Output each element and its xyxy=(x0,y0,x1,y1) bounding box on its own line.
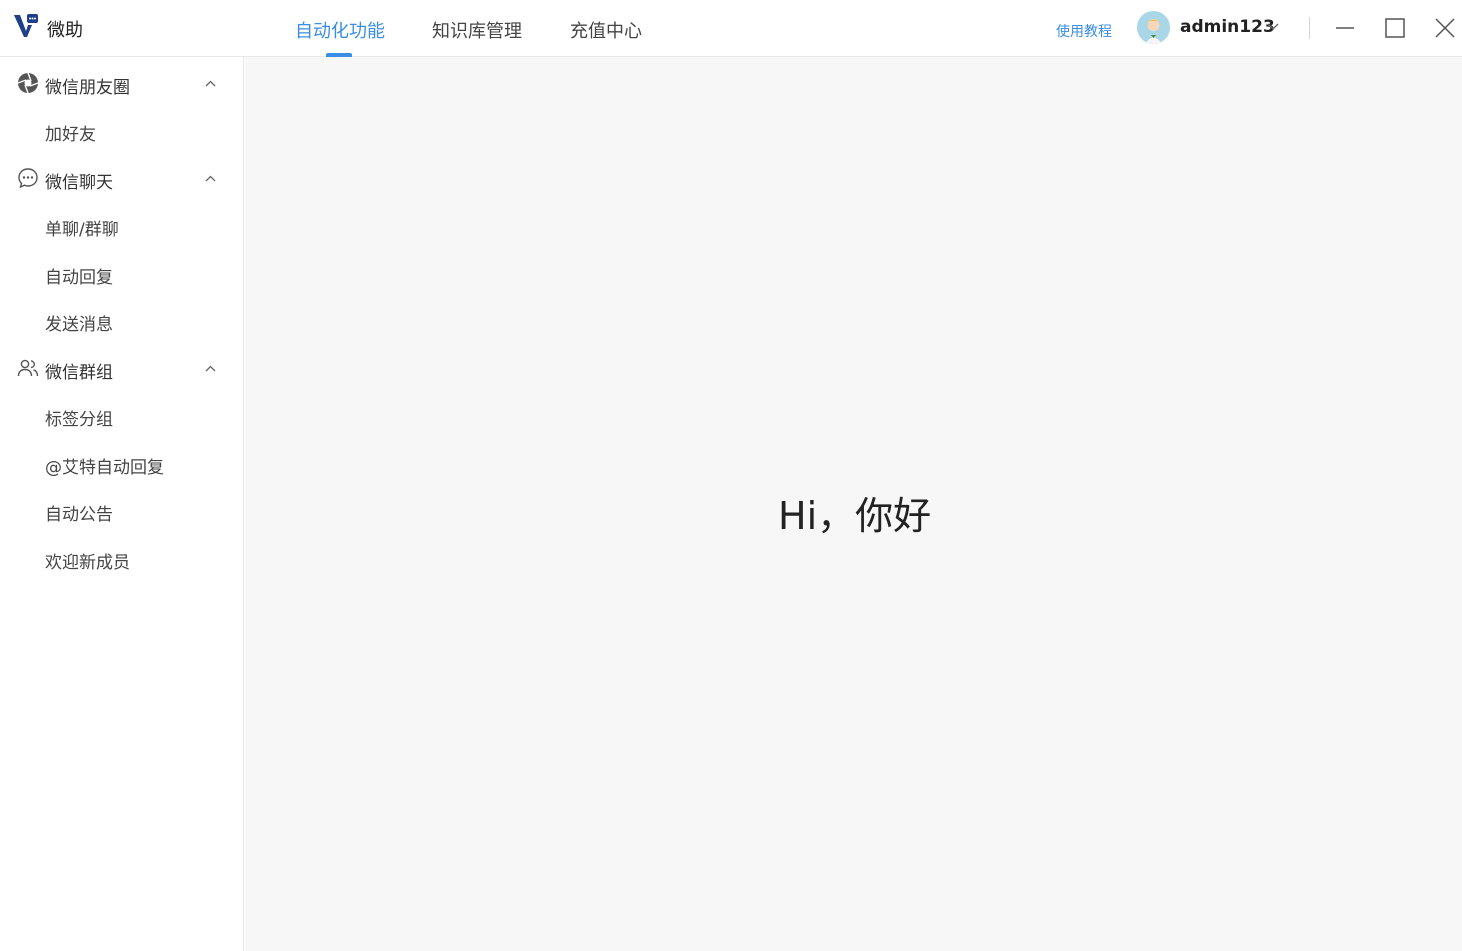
sidebar-item-mention-auto-reply[interactable]: @艾特自动回复 xyxy=(0,442,243,482)
greeting-text: Hi，你好 xyxy=(778,494,932,538)
sidebar-item-welcome-new-members[interactable]: 欢迎新成员 xyxy=(0,537,243,577)
close-icon[interactable] xyxy=(1431,14,1459,42)
chat-icon xyxy=(18,168,38,189)
avatar-icon[interactable] xyxy=(1137,11,1170,44)
sidebar-item-label: 标签分组 xyxy=(45,410,113,430)
app-name: 微助 xyxy=(47,20,83,41)
sidebar-group-groups[interactable]: 微信群组 xyxy=(0,347,243,387)
sidebar-group-chat[interactable]: 微信聊天 xyxy=(0,157,243,197)
sidebar-item-label: 自动回复 xyxy=(45,268,113,288)
chevron-up-icon[interactable] xyxy=(204,172,217,185)
chevron-up-icon[interactable] xyxy=(204,362,217,375)
minimize-icon[interactable] xyxy=(1331,14,1359,42)
sidebar: 微信朋友圈 加好友 微信聊天 单聊/群聊 自动回复 发送消息 微信群组 标签分组… xyxy=(0,57,244,951)
moments-icon xyxy=(17,72,39,94)
sidebar-item-auto-reply[interactable]: 自动回复 xyxy=(0,252,243,292)
tab-automation[interactable]: 自动化功能 xyxy=(295,17,385,43)
sidebar-item-single-group-chat[interactable]: 单聊/群聊 xyxy=(0,204,243,244)
tutorial-link[interactable]: 使用教程 xyxy=(1056,21,1112,41)
sidebar-item-label: 单聊/群聊 xyxy=(45,220,119,240)
chevron-up-icon[interactable] xyxy=(204,77,217,90)
group-icon xyxy=(17,359,39,377)
sidebar-item-label: 发送消息 xyxy=(45,315,113,335)
sidebar-item-label: 加好友 xyxy=(45,125,96,145)
chevron-down-icon[interactable] xyxy=(1266,20,1280,34)
sidebar-group-moments[interactable]: 微信朋友圈 xyxy=(0,62,243,102)
maximize-icon[interactable] xyxy=(1381,14,1409,42)
sidebar-item-auto-announcement[interactable]: 自动公告 xyxy=(0,489,243,529)
main-content: Hi，你好 xyxy=(245,57,1462,951)
header-divider xyxy=(1309,17,1310,39)
sidebar-item-label: 欢迎新成员 xyxy=(45,553,130,573)
sidebar-group-label: 微信群组 xyxy=(45,363,113,383)
top-bar: 微助 自动化功能 知识库管理 充值中心 使用教程 admin123 xyxy=(0,0,1462,57)
tab-knowledge-base[interactable]: 知识库管理 xyxy=(432,17,522,43)
sidebar-group-label: 微信聊天 xyxy=(45,173,113,193)
username[interactable]: admin123 xyxy=(1180,17,1275,37)
sidebar-group-label: 微信朋友圈 xyxy=(45,78,130,98)
sidebar-item-send-message[interactable]: 发送消息 xyxy=(0,299,243,339)
sidebar-item-label: @艾特自动回复 xyxy=(45,458,164,478)
sidebar-item-label: 自动公告 xyxy=(45,505,113,525)
sidebar-item-tag-grouping[interactable]: 标签分组 xyxy=(0,394,243,434)
sidebar-item-add-friend[interactable]: 加好友 xyxy=(0,109,243,149)
tab-recharge[interactable]: 充值中心 xyxy=(570,17,642,43)
app-logo-icon xyxy=(14,14,38,37)
